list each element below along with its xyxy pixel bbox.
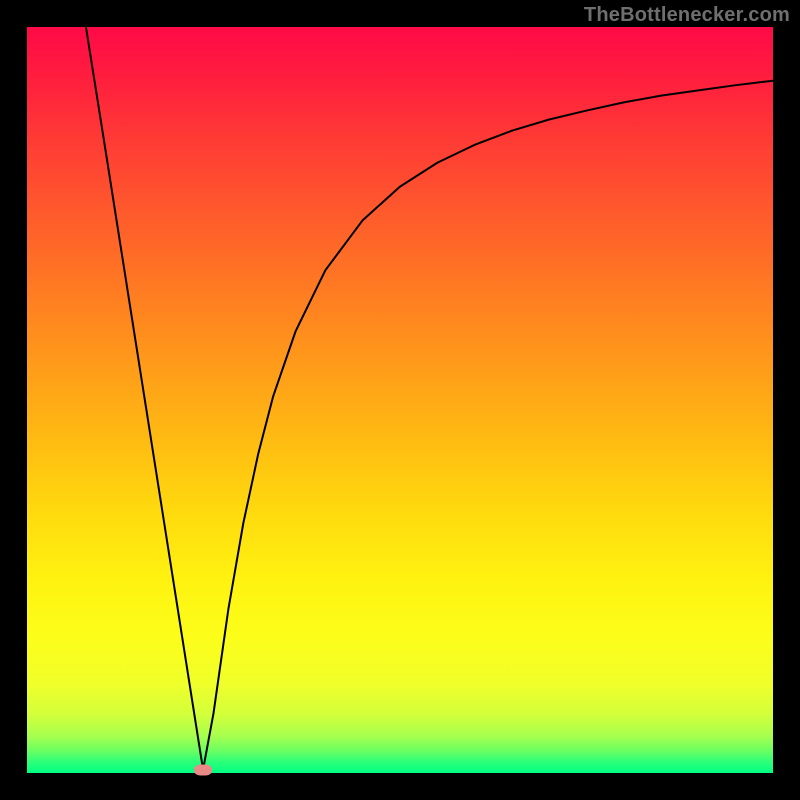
optimal-point-marker <box>194 764 212 775</box>
bottleneck-curve <box>86 27 773 770</box>
chart-frame: TheBottlenecker.com <box>0 0 800 800</box>
curve-layer <box>27 27 773 773</box>
watermark-text: TheBottlenecker.com <box>584 4 790 27</box>
plot-area <box>27 27 773 773</box>
